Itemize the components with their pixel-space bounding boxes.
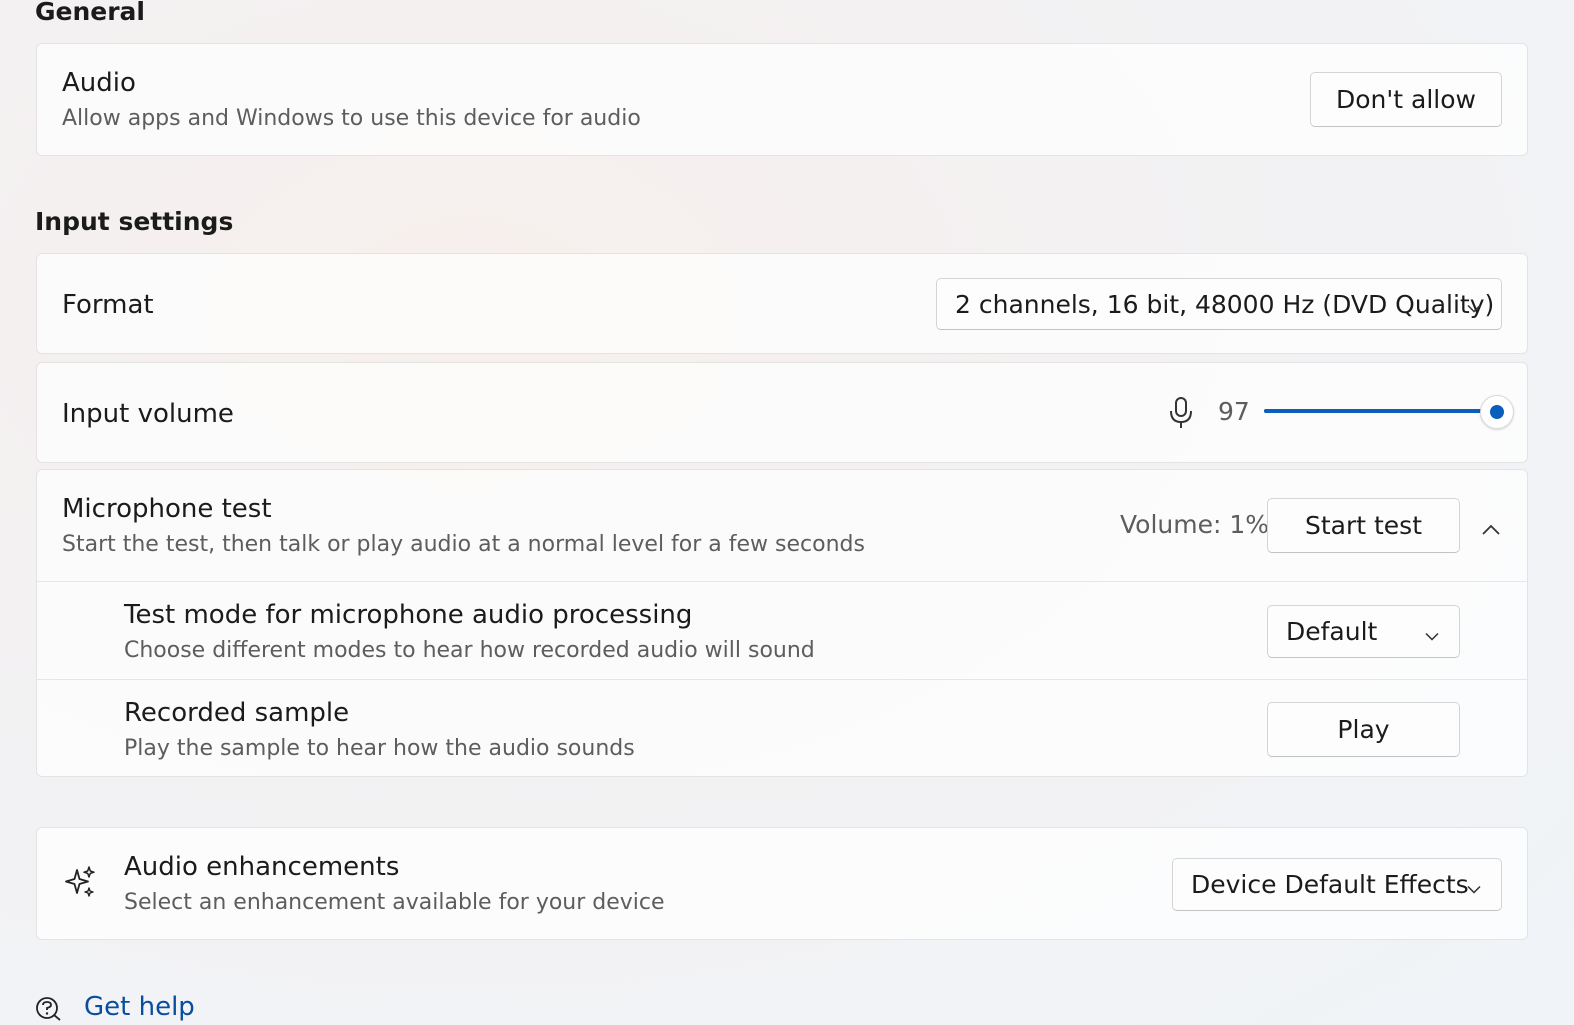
microphone-test-card: Microphone test Start the test, then tal… [36,469,1528,777]
sparkles-icon [65,866,97,904]
recorded-sample-title: Recorded sample [124,698,350,728]
test-mode-dropdown-value: Default [1286,617,1378,646]
play-button[interactable]: Play [1267,702,1460,757]
format-dropdown[interactable]: 2 channels, 16 bit, 48000 Hz (DVD Qualit… [936,278,1502,330]
test-mode-title: Test mode for microphone audio processin… [124,600,693,630]
format-dropdown-value: 2 channels, 16 bit, 48000 Hz (DVD Qualit… [955,289,1495,319]
format-title: Format [62,290,154,320]
divider [37,581,1527,582]
get-help-link[interactable]: Get help [84,992,195,1022]
input-volume-slider[interactable] [1264,409,1504,413]
audio-title: Audio [62,68,136,98]
input-volume-title: Input volume [62,399,234,429]
audio-enhancements-title: Audio enhancements [124,852,400,882]
audio-description: Allow apps and Windows to use this devic… [62,106,641,131]
divider [37,679,1527,680]
audio-enhancements-card: Audio enhancements Select an enhancement… [36,827,1528,940]
help-chat-icon[interactable] [34,995,62,1025]
microphone-test-title: Microphone test [62,494,272,524]
audio-enhancements-dropdown-value: Device Default Effects [1191,870,1469,899]
input-settings-heading: Input settings [35,207,234,236]
microphone-test-volume: Volume: 1% [1120,510,1270,539]
input-volume-slider-thumb[interactable] [1479,395,1514,429]
input-volume-slider-fill [1264,409,1497,413]
audio-enhancements-description: Select an enhancement available for your… [124,890,665,915]
test-mode-description: Choose different modes to hear how recor… [124,638,815,663]
general-heading: General [35,0,145,26]
input-volume-value: 97 [1218,397,1250,426]
recorded-sample-description: Play the sample to hear how the audio so… [124,736,635,761]
chevron-up-icon[interactable] [1482,520,1500,539]
microphone-test-description: Start the test, then talk or play audio … [62,532,865,557]
dont-allow-button[interactable]: Don't allow [1310,72,1502,127]
start-test-button[interactable]: Start test [1267,498,1460,553]
audio-enhancements-dropdown[interactable]: Device Default Effects [1172,858,1502,911]
audio-card: Audio Allow apps and Windows to use this… [36,43,1528,156]
chevron-down-icon [1467,290,1481,319]
test-mode-dropdown[interactable]: Default [1267,605,1460,658]
microphone-icon[interactable] [1168,396,1194,430]
chevron-down-icon [1425,617,1439,646]
chevron-down-icon [1467,870,1481,899]
format-card: Format 2 channels, 16 bit, 48000 Hz (DVD… [36,253,1528,354]
